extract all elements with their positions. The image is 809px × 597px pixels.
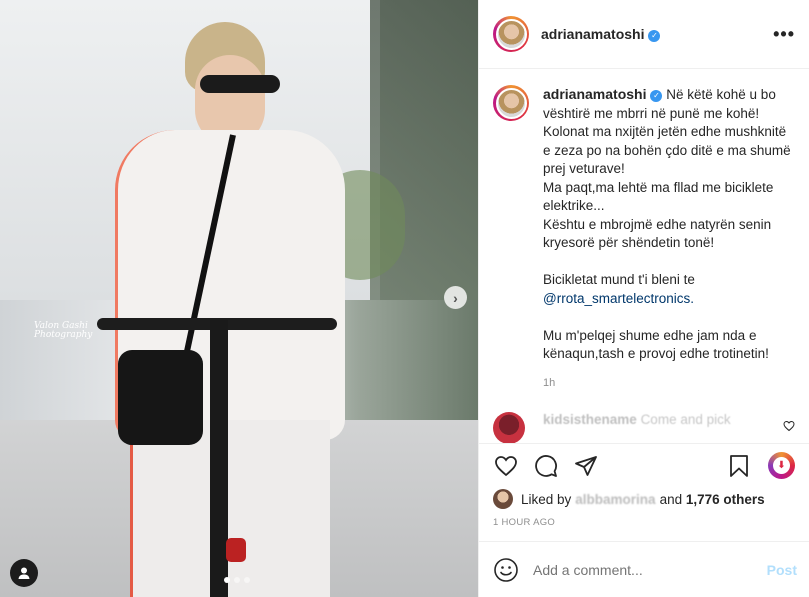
- scooter-light: [226, 538, 246, 562]
- watermark-line-2: Photography: [34, 330, 93, 340]
- comment-like-heart-icon[interactable]: [783, 420, 795, 432]
- chevron-right-icon: ›: [453, 289, 458, 306]
- likes-summary: Liked by albbamorina and 1,776 others: [479, 487, 809, 509]
- share-button[interactable]: [573, 453, 599, 479]
- like-button[interactable]: [493, 453, 519, 479]
- white-pants: [130, 420, 330, 597]
- action-bar: ⬇: [479, 443, 809, 487]
- share-icon: [575, 455, 597, 476]
- carousel-dot: [244, 577, 250, 583]
- profile-avatar[interactable]: [493, 16, 529, 52]
- post-sidebar: adrianamatoshi ✓ ••• adrianamatoshi ✓ Në k…: [478, 0, 809, 597]
- verified-badge-icon: ✓: [650, 90, 663, 103]
- commenter-avatar[interactable]: [493, 412, 525, 443]
- header-username[interactable]: adrianamatoshi ✓: [541, 26, 661, 42]
- header-username-text[interactable]: adrianamatoshi: [541, 26, 644, 42]
- save-button[interactable]: [726, 453, 752, 479]
- comment-text: Come and pick: [640, 412, 731, 427]
- caption-username[interactable]: adrianamatoshi: [543, 86, 646, 102]
- comment-button[interactable]: [533, 453, 559, 479]
- more-options-icon[interactable]: •••: [773, 24, 795, 45]
- black-bag: [118, 350, 203, 445]
- bookmark-icon: [730, 454, 748, 477]
- carousel-dot: [224, 577, 230, 583]
- next-image-button[interactable]: ›: [444, 286, 467, 309]
- photographer-watermark: Valon Gashi Photography: [34, 322, 92, 340]
- post-timestamp[interactable]: 1 HOUR AGO: [479, 509, 809, 541]
- caption-avatar-image: [495, 87, 527, 119]
- caption-avatar[interactable]: [493, 85, 529, 121]
- story-promo-icon[interactable]: ⬇: [768, 452, 795, 479]
- post-comment-button[interactable]: Post: [767, 562, 797, 578]
- comment-body: kidsisthename Come and pick: [543, 412, 731, 427]
- woman-figure: [100, 10, 360, 597]
- commenter-username[interactable]: kidsisthename: [543, 412, 637, 427]
- post-image[interactable]: Valon Gashi Photography ›: [0, 0, 478, 597]
- emoji-icon[interactable]: [493, 557, 519, 583]
- caption-time[interactable]: 1h: [543, 374, 795, 393]
- sunglasses: [200, 75, 280, 93]
- instagram-post: Valon Gashi Photography › adrianamatoshi…: [0, 0, 809, 597]
- avatar-image: [495, 18, 527, 50]
- likes-prefix: Liked by: [521, 491, 572, 507]
- comments-section: adrianamatoshi ✓ Në këtë kohë u bo vështi…: [479, 69, 809, 443]
- liker-username[interactable]: albbamorina: [575, 492, 655, 507]
- caption-main: Në këtë kohë u bo vështirë me mbrri në p…: [543, 87, 791, 287]
- carousel-dot: [234, 577, 240, 583]
- likes-others[interactable]: 1,776 others: [686, 492, 765, 507]
- comment-icon: [535, 454, 557, 477]
- tagged-users-button[interactable]: [10, 559, 38, 587]
- add-comment-bar: Post: [479, 541, 809, 597]
- download-arrow-icon: ⬇: [773, 457, 790, 474]
- caption-body: adrianamatoshi ✓ Në këtë kohë u bo vështi…: [543, 85, 795, 392]
- comment-input[interactable]: [533, 561, 767, 578]
- user-tag-icon: [18, 567, 30, 579]
- caption-tail: Mu m'pelqej shume edhe jam nda e kënaqun…: [543, 327, 769, 362]
- likes-joiner: and: [659, 491, 683, 507]
- heart-icon: [495, 455, 517, 476]
- caption-mention-link[interactable]: @rrota_smartelectronics.: [543, 291, 694, 306]
- caption: adrianamatoshi ✓ Në këtë kohë u bo vështi…: [493, 85, 795, 392]
- carousel-indicator: [224, 577, 250, 583]
- caption-text: adrianamatoshi ✓ Në këtë kohë u bo vështi…: [543, 85, 795, 364]
- post-header: adrianamatoshi ✓ •••: [479, 0, 809, 69]
- liker-avatar[interactable]: [493, 489, 513, 509]
- comment-item: kidsisthename Come and pick: [493, 412, 795, 443]
- verified-badge-icon: ✓: [648, 29, 661, 42]
